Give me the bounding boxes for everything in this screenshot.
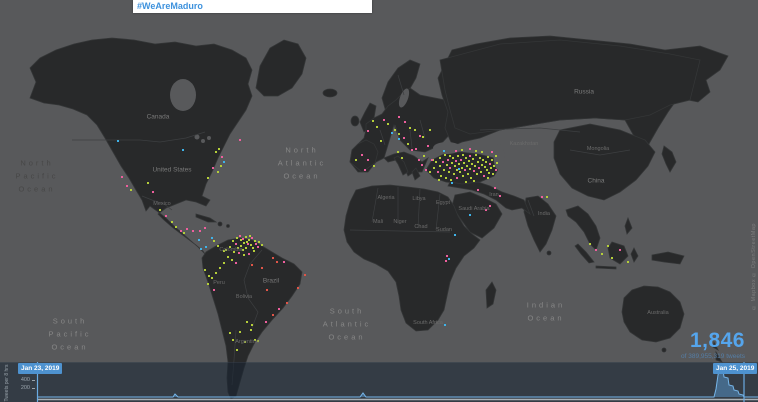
hashtag-label: #WeAreMaduro [133, 0, 372, 13]
timeline-chart[interactable] [0, 0, 758, 402]
timeline-end-date-badge[interactable]: Jan 25, 2019 [713, 363, 757, 374]
timeline-y-axis-label: Tweets per 8 hrs [4, 353, 10, 402]
timeline-line [37, 368, 758, 397]
timeline-start-date-badge[interactable]: Jan 23, 2019 [18, 363, 62, 374]
y-tick-mark [32, 388, 35, 389]
tweet-count-value: 1,846 [681, 330, 745, 351]
hashtag-search-bar[interactable]: #WeAreMaduro [133, 0, 372, 13]
tweet-counter: 1,846 of 389,955,319 tweets [681, 330, 745, 360]
y-tick-label: 200 [14, 386, 30, 391]
map-attribution: © Mapbox © OpenStreetMap [751, 180, 757, 310]
tweet-map-app: CanadaUnited StatesMexicoColombiaPeruBol… [0, 0, 758, 402]
y-tick-label: 400 [14, 378, 30, 383]
y-tick-mark [32, 380, 35, 381]
timeline-area [37, 368, 758, 397]
tweet-count-total: of 389,955,319 tweets [681, 353, 745, 360]
